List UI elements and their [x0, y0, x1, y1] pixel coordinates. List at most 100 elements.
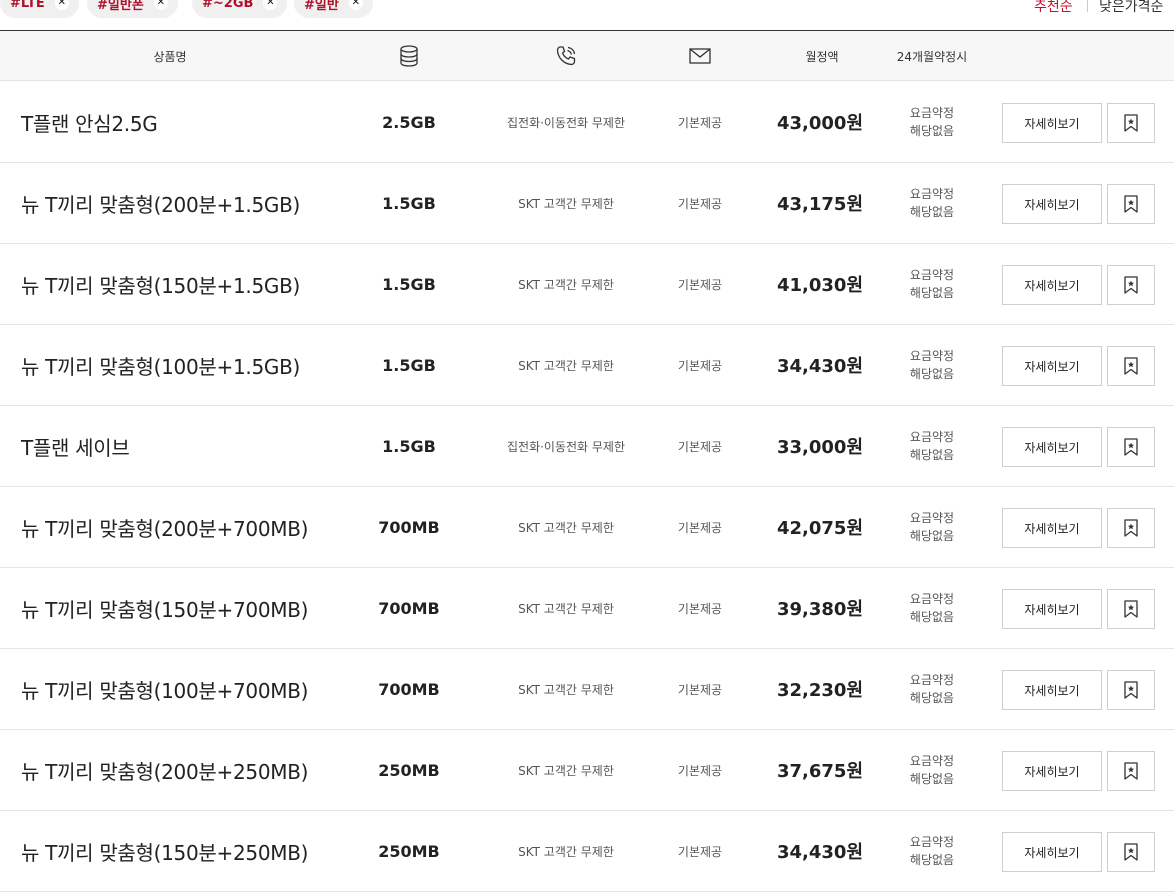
- bookmark-button[interactable]: [1107, 670, 1155, 710]
- sort-low-price[interactable]: 낮은가격순: [1099, 0, 1163, 16]
- plan-price: 43,175원: [776, 194, 864, 215]
- contract-line-1: 요금약정: [909, 430, 955, 444]
- plan-sms: 기본제공: [677, 277, 723, 292]
- detail-button[interactable]: 자세히보기: [1002, 265, 1102, 305]
- plan-data: 700MB: [378, 598, 440, 618]
- filter-chip-data[interactable]: #~2GB ✕: [192, 0, 288, 18]
- plan-name[interactable]: 뉴 T끼리 맞춤형(200분+1.5GB): [21, 163, 300, 243]
- contract-line-2: 해당없음: [909, 286, 955, 300]
- plan-voice: SKT 고객간 무제한: [518, 682, 614, 697]
- bookmark-star-icon: [1124, 357, 1138, 375]
- contract-line-1: 요금약정: [909, 187, 955, 201]
- bookmark-button[interactable]: [1107, 427, 1155, 467]
- plan-sms: 기본제공: [677, 358, 723, 373]
- bookmark-star-icon: [1124, 519, 1138, 537]
- detail-button[interactable]: 자세히보기: [1002, 184, 1102, 224]
- bookmark-button[interactable]: [1107, 103, 1155, 143]
- detail-button[interactable]: 자세히보기: [1002, 751, 1102, 791]
- detail-button[interactable]: 자세히보기: [1002, 103, 1102, 143]
- plan-name[interactable]: T플랜 안심2.5G: [21, 82, 158, 162]
- plan-sms: 기본제공: [677, 601, 723, 616]
- table-row: 뉴 T끼리 맞춤형(200분+700MB) 700MB SKT 고객간 무제한 기본제…: [0, 487, 1174, 568]
- plan-contract: 요금약정해당없음: [888, 163, 976, 243]
- plan-name[interactable]: 뉴 T끼리 맞춤형(100분+1.5GB): [21, 325, 300, 405]
- bookmark-button[interactable]: [1107, 751, 1155, 791]
- plan-contract: 요금약정 해당없음: [888, 82, 976, 162]
- contract-line-2: 해당없음: [909, 124, 955, 138]
- bookmark-button[interactable]: [1107, 832, 1155, 872]
- bookmark-button[interactable]: [1107, 589, 1155, 629]
- plan-voice: SKT 고객간 무제한: [518, 277, 614, 292]
- close-icon[interactable]: ✕: [348, 0, 363, 10]
- contract-line-1: 요금약정: [909, 511, 955, 525]
- plan-name[interactable]: 뉴 T끼리 맞춤형(200분+700MB): [21, 487, 308, 567]
- contract-line-2: 해당없음: [909, 367, 955, 381]
- plan-voice: SKT 고객간 무제한: [518, 358, 614, 373]
- bookmark-star-icon: [1124, 762, 1138, 780]
- plan-contract: 요금약정 해당없음: [888, 730, 976, 810]
- close-icon[interactable]: ✕: [153, 0, 168, 10]
- contract-line-1: 요금약정: [909, 268, 955, 282]
- bookmark-button[interactable]: [1107, 184, 1155, 224]
- plan-data: 1.5GB: [382, 436, 436, 456]
- plan-voice: SKT 고객간 무제한: [518, 601, 614, 616]
- plan-data: 250MB: [378, 841, 440, 861]
- plan-contract: 요금약정해당없음: [888, 244, 976, 324]
- plan-contract: 요금약정해당없음: [888, 568, 976, 648]
- filter-chip-type[interactable]: #일반 ✕: [294, 0, 373, 18]
- plan-price: 41,030원: [776, 275, 864, 296]
- filter-chip-lte[interactable]: #LTE ✕: [0, 0, 79, 18]
- contract-line-2: 해당없음: [909, 853, 955, 867]
- plan-name[interactable]: 뉴 T끼리 맞춤형(200분+250MB): [21, 730, 308, 810]
- close-icon[interactable]: ✕: [263, 0, 278, 10]
- plan-voice: SKT 고객간 무제한: [518, 763, 614, 778]
- plan-price: 33,000원: [776, 437, 864, 458]
- plan-name[interactable]: 뉴 T끼리 맞춤형(150분+250MB): [21, 811, 308, 891]
- detail-button[interactable]: 자세히보기: [1002, 589, 1102, 629]
- plan-name[interactable]: 뉴 T끼리 맞춤형(150분+700MB): [21, 568, 308, 648]
- table-row: T플랜 안심2.5G 2.5GB 집전화·이동전화 무제한 기본제공 43,000원 요금…: [0, 82, 1174, 163]
- bookmark-button[interactable]: [1107, 346, 1155, 386]
- sort-recommended[interactable]: 추천순: [1034, 0, 1073, 16]
- close-icon[interactable]: ✕: [54, 0, 69, 10]
- plan-data: 250MB: [378, 760, 440, 780]
- plan-sms: 기본제공: [677, 115, 723, 130]
- plan-name[interactable]: 뉴 T끼리 맞춤형(100분+700MB): [21, 649, 308, 729]
- plan-data: 1.5GB: [382, 274, 436, 294]
- phone-call-icon: [556, 46, 576, 66]
- contract-line-1: 요금약정: [909, 754, 955, 768]
- contract-line-1: 요금약정: [909, 592, 955, 606]
- database-icon: [400, 45, 418, 67]
- table-row: 뉴 T끼리 맞춤형(150분+700MB) 700MB SKT 고객간 무제한 기본제…: [0, 568, 1174, 649]
- detail-button[interactable]: 자세히보기: [1002, 346, 1102, 386]
- filter-chip-label: #LTE: [10, 0, 45, 11]
- table-row: 뉴 T끼리 맞춤형(100분+700MB) 700MB SKT 고객간 무제한 기본제…: [0, 649, 1174, 730]
- header-sms: [670, 31, 730, 81]
- plan-name[interactable]: T플랜 세이브: [21, 406, 130, 486]
- bookmark-button[interactable]: [1107, 508, 1155, 548]
- header-voice: [536, 31, 596, 81]
- header-data: [379, 31, 439, 81]
- plan-price: 42,075원: [776, 518, 864, 539]
- header-name: 상품명: [153, 49, 187, 64]
- detail-button[interactable]: 자세히보기: [1002, 670, 1102, 710]
- bookmark-star-icon: [1124, 195, 1138, 213]
- plan-price: 34,430원: [776, 842, 864, 863]
- detail-button[interactable]: 자세히보기: [1002, 832, 1102, 872]
- bookmark-button[interactable]: [1107, 265, 1155, 305]
- plan-price: 39,380원: [776, 599, 864, 620]
- detail-button[interactable]: 자세히보기: [1002, 427, 1102, 467]
- bookmark-star-icon: [1124, 843, 1138, 861]
- contract-line-2: 해당없음: [909, 205, 955, 219]
- plan-name[interactable]: 뉴 T끼리 맞춤형(150분+1.5GB): [21, 244, 300, 324]
- plan-contract: 요금약정 해당없음: [888, 649, 976, 729]
- sort-divider: [1087, 0, 1088, 12]
- detail-button[interactable]: 자세히보기: [1002, 508, 1102, 548]
- filter-chip-phone[interactable]: #일반폰 ✕: [87, 0, 178, 18]
- contract-line-2: 해당없음: [909, 529, 955, 543]
- filter-chip-label: #~2GB: [202, 0, 254, 11]
- contract-line-2: 해당없음: [909, 610, 955, 624]
- bookmark-star-icon: [1124, 276, 1138, 294]
- plan-sms: 기본제공: [677, 520, 723, 535]
- plan-price: 32,230원: [776, 680, 864, 701]
